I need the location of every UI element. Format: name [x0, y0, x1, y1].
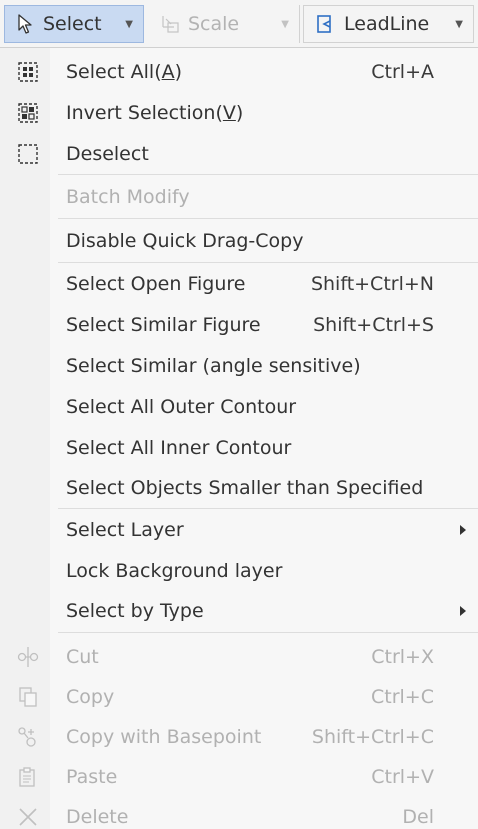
menu-item-label: Copy	[66, 686, 115, 708]
menu-item-label: Select Objects Smaller than Specified	[66, 477, 424, 499]
leadline-button-label: LeadLine	[344, 13, 430, 35]
menu-item-label: Select All Inner Contour	[66, 437, 292, 459]
menu-item-invert-selection[interactable]: Invert Selection(V)	[0, 93, 478, 133]
menu-item-select-similar-figure[interactable]: Select Similar Figure Shift+Ctrl+S	[0, 305, 478, 345]
menu-item-select-similar-angle-sensitive[interactable]: Select Similar (angle sensitive)	[0, 346, 478, 386]
select-dropdown-menu: Select All(A) Ctrl+A Invert Selection(V)	[0, 48, 478, 829]
cursor-arrow-icon	[13, 11, 39, 37]
menu-item-label: Select All Outer Contour	[66, 396, 297, 418]
menu-item-batch-modify: Batch Modify	[0, 177, 478, 217]
menu-item-shortcut: Ctrl+A	[371, 61, 434, 83]
chevron-down-icon: ▼	[281, 18, 289, 30]
menu-item-select-all-outer-contour[interactable]: Select All Outer Contour	[0, 387, 478, 427]
chevron-down-icon: ▼	[125, 18, 133, 30]
menu-item-disable-quick-drag-copy[interactable]: Disable Quick Drag-Copy	[0, 221, 478, 261]
menu-item-label: Deselect	[66, 143, 149, 165]
menu-item-shortcut: Ctrl+C	[371, 686, 434, 708]
menu-item-label: Select by Type	[66, 600, 204, 622]
menu-item-shortcut: Ctrl+V	[371, 766, 434, 788]
menu-item-label: Select Open Figure	[66, 273, 246, 295]
menu-item-select-by-type[interactable]: Select by Type	[0, 591, 478, 631]
select-button-label: Select	[43, 13, 102, 35]
menu-item-shortcut: Shift+Ctrl+S	[313, 314, 434, 336]
menu-item-label: Lock Background layer	[66, 560, 283, 582]
menu-item-label: Select Layer	[66, 519, 184, 541]
menu-separator	[58, 262, 478, 263]
menu-item-label: Invert Selection(V)	[66, 102, 244, 124]
menu-item-copy-with-basepoint: Copy with Basepoint Shift+Ctrl+C	[0, 717, 478, 757]
scale-dropdown-button[interactable]: Scale ▼	[150, 5, 300, 43]
menu-item-select-layer[interactable]: Select Layer	[0, 510, 478, 550]
menu-item-select-all-inner-contour[interactable]: Select All Inner Contour	[0, 428, 478, 468]
menu-separator	[58, 218, 478, 219]
paste-icon	[14, 763, 42, 791]
menu-item-shortcut: Del	[402, 806, 434, 828]
menu-item-label: Batch Modify	[66, 186, 190, 208]
menu-item-label: Select All(A)	[66, 61, 183, 83]
menu-separator	[58, 174, 478, 175]
menu-item-select-all[interactable]: Select All(A) Ctrl+A	[0, 52, 478, 92]
scale-icon	[158, 11, 184, 37]
menu-item-label: Disable Quick Drag-Copy	[66, 230, 304, 252]
menu-separator	[58, 508, 478, 509]
scissors-icon	[14, 643, 42, 671]
leadline-icon	[312, 11, 338, 37]
menu-item-shortcut: Shift+Ctrl+N	[310, 273, 434, 295]
menu-item-copy: Copy Ctrl+C	[0, 677, 478, 717]
menu-item-label: Delete	[66, 806, 129, 828]
menu-item-paste: Paste Ctrl+V	[0, 757, 478, 797]
toolbar: Select ▼ Scale ▼ LeadLine ▼	[0, 0, 478, 48]
menu-item-cut: Cut Ctrl+X	[0, 637, 478, 677]
menu-item-label: Copy with Basepoint	[66, 726, 262, 748]
copy-icon	[14, 683, 42, 711]
select-all-icon	[14, 58, 42, 86]
menu-item-label: Cut	[66, 646, 99, 668]
menu-item-label: Paste	[66, 766, 118, 788]
menu-item-shortcut: Ctrl+X	[371, 646, 434, 668]
menu-item-deselect[interactable]: Deselect	[0, 134, 478, 174]
invert-selection-icon	[14, 99, 42, 127]
menu-item-lock-background-layer[interactable]: Lock Background layer	[0, 551, 478, 591]
app-window: Select ▼ Scale ▼ LeadLine ▼ Select All(A…	[0, 0, 478, 829]
menu-item-label: Select Similar Figure	[66, 314, 261, 336]
menu-item-label: Select Similar (angle sensitive)	[66, 355, 361, 377]
menu-item-select-objects-smaller[interactable]: Select Objects Smaller than Specified	[0, 468, 478, 508]
menu-item-shortcut: Shift+Ctrl+C	[311, 726, 434, 748]
menu-separator	[58, 632, 478, 633]
leadline-dropdown-button[interactable]: LeadLine ▼	[303, 5, 474, 43]
copy-basepoint-icon	[14, 723, 42, 751]
menu-item-delete: Delete Del	[0, 797, 478, 829]
select-dropdown-button[interactable]: Select ▼	[4, 5, 144, 43]
menu-item-select-open-figure[interactable]: Select Open Figure Shift+Ctrl+N	[0, 264, 478, 304]
chevron-down-icon: ▼	[455, 18, 463, 30]
submenu-arrow-icon	[460, 525, 466, 535]
delete-x-icon	[14, 803, 42, 829]
scale-button-label: Scale	[188, 13, 240, 35]
submenu-arrow-icon	[460, 606, 466, 616]
deselect-icon	[14, 140, 42, 168]
